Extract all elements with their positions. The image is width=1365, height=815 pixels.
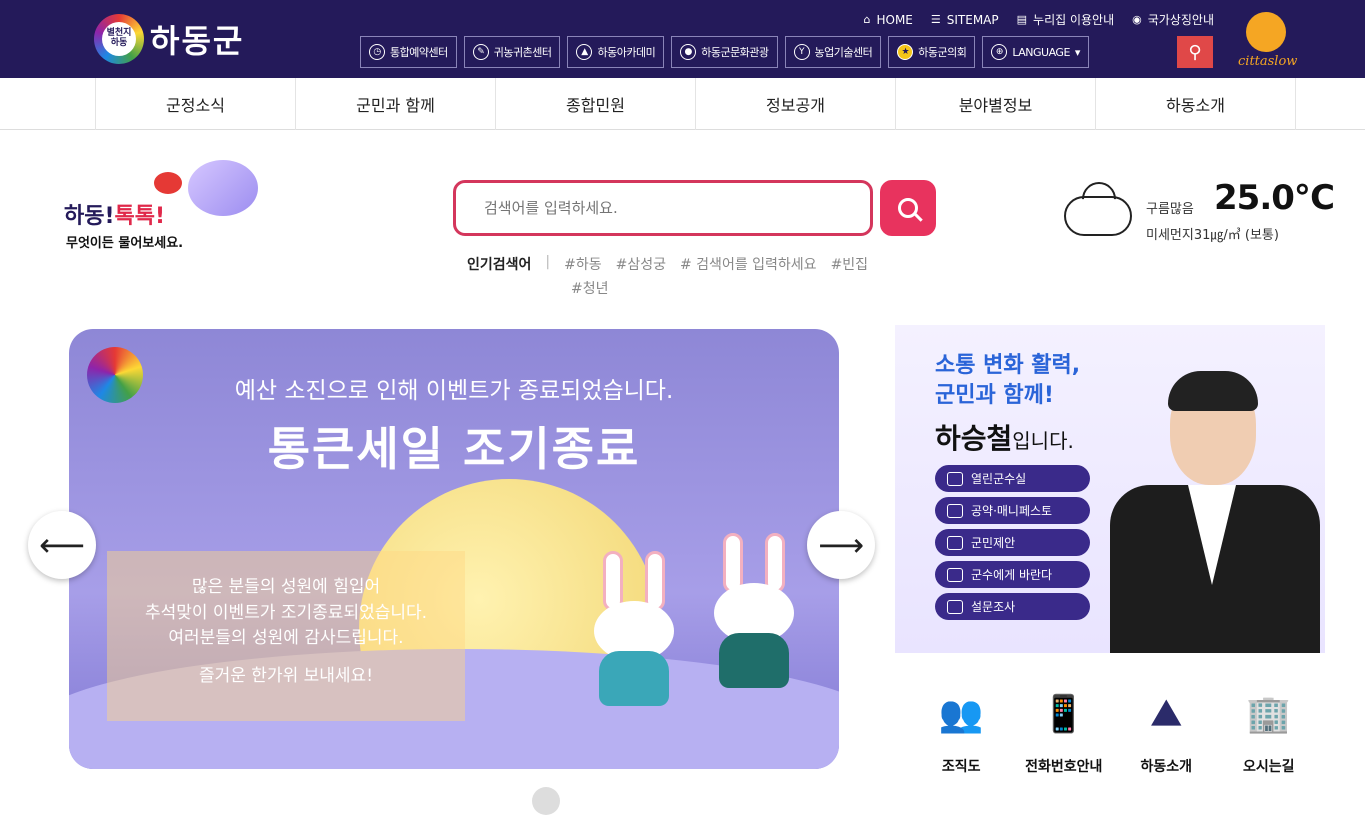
academy-button[interactable]: ▲ 하동아카데미 bbox=[567, 36, 665, 68]
keyword-link[interactable]: #빈집 bbox=[831, 254, 869, 274]
top-header: 별천지 하동 하동군 ⌂ HOME ☰ SITEMAP ▤ 누리집 이용안내 ◉ 국가상… bbox=[0, 0, 1365, 78]
nav-item-field-info[interactable]: 분야별정보 bbox=[896, 78, 1096, 130]
reservation-center-button[interactable]: ◷ 통합예약센터 bbox=[360, 36, 457, 68]
document-icon: ▤ bbox=[1016, 13, 1028, 26]
weather-temperature: 25.0℃ bbox=[1214, 178, 1335, 218]
logo-mark-icon: 별천지 하동 bbox=[94, 14, 144, 64]
top-search-button[interactable]: ⚲ bbox=[1177, 36, 1213, 68]
util-guide-link[interactable]: ▤ 누리집 이용안내 bbox=[1017, 11, 1115, 28]
banner-prev-button[interactable]: ⟵ bbox=[28, 511, 96, 579]
rabbit-left-image bbox=[589, 551, 679, 706]
mayor-panel: 소통 변화 활력, 군민과 함께! 하승철입니다. 열린군수실 공약·매니페스토 … bbox=[895, 325, 1325, 653]
main-search-box bbox=[453, 180, 873, 236]
chat-bubble-icon bbox=[154, 172, 182, 194]
keyword-link[interactable]: #하동 bbox=[564, 254, 602, 274]
mountain-icon: ⛰ bbox=[1151, 693, 1182, 734]
banner-pager-dot[interactable] bbox=[532, 787, 560, 815]
organization-icon: 👥 bbox=[938, 694, 984, 735]
util-home-link[interactable]: ⌂ HOME bbox=[863, 13, 912, 27]
clock-icon: ◷ bbox=[369, 44, 385, 60]
open-mayor-office-button[interactable]: 열린군수실 bbox=[935, 465, 1090, 492]
util-symbol-link[interactable]: ◉ 국가상징안내 bbox=[1132, 11, 1214, 28]
organization-chart-link[interactable]: 👥 조직도 bbox=[910, 686, 1013, 776]
popular-label: 인기검색어 bbox=[467, 257, 532, 273]
search-icon bbox=[898, 198, 918, 218]
quick-links: ◷ 통합예약센터 ✎ 귀농귀촌센터 ▲ 하동아카데미 ● 하동군문화관광 Y 농업기술센터… bbox=[360, 36, 1089, 68]
person-icon bbox=[947, 567, 963, 582]
building-map-icon: 🏢 bbox=[1246, 694, 1292, 735]
caret-down-icon: ▾ bbox=[1074, 45, 1081, 59]
return-farm-center-button[interactable]: ✎ 귀농귀촌센터 bbox=[463, 36, 561, 68]
banner-notice: 예산 소진으로 인해 이벤트가 종료되었습니다. bbox=[234, 378, 674, 404]
banner-title: 통큰세일 조기종료 bbox=[267, 422, 641, 476]
phone-icon: 📱 bbox=[1041, 694, 1087, 735]
cittaslow-logo[interactable]: cittaslow bbox=[1232, 12, 1297, 72]
utility-links: ⌂ HOME ☰ SITEMAP ▤ 누리집 이용안내 ◉ 국가상징안내 bbox=[863, 11, 1214, 28]
sprout-icon: Y bbox=[793, 44, 810, 60]
search-icon: ⚲ bbox=[1188, 41, 1202, 63]
logo-text: 하동군 bbox=[150, 22, 245, 60]
nav-item-about-hadong[interactable]: 하동소개 bbox=[1096, 78, 1296, 130]
main-navigation: 군정소식 군민과 함께 종합민원 정보공개 분야별정보 하동소개 bbox=[0, 78, 1365, 130]
search-input[interactable] bbox=[456, 183, 870, 233]
nav-item-with-citizens[interactable]: 군민과 함께 bbox=[296, 78, 496, 130]
quick-icon-menu: 👥 조직도 📱 전화번호안내 ⛰ 하동소개 🏢 오시는길 bbox=[910, 686, 1320, 776]
main-search-button[interactable] bbox=[880, 180, 936, 236]
tourism-button[interactable]: ● 하동군문화관광 bbox=[671, 36, 778, 68]
nav-item-civil-service[interactable]: 종합민원 bbox=[496, 78, 696, 130]
phone-directory-link[interactable]: 📱 전화번호안내 bbox=[1013, 686, 1116, 776]
rabbit-right-image bbox=[709, 533, 799, 688]
language-select[interactable]: ⊕ LANGUAGE ▾ bbox=[982, 36, 1089, 68]
keyword-link[interactable]: #삼성궁 bbox=[616, 254, 666, 274]
site-logo[interactable]: 별천지 하동 하동군 bbox=[94, 14, 244, 64]
globe-icon: ⊕ bbox=[991, 44, 1008, 60]
chat-icon bbox=[947, 471, 963, 486]
citizen-proposal-button[interactable]: 군민제안 bbox=[935, 529, 1090, 556]
arrow-left-icon: ⟵ bbox=[39, 526, 85, 564]
survey-icon bbox=[947, 599, 963, 614]
sitemap-icon: ☰ bbox=[930, 13, 941, 26]
manifesto-button[interactable]: 공약·매니페스토 bbox=[935, 497, 1090, 524]
snail-sun-icon bbox=[1246, 12, 1286, 52]
mayor-slogan: 소통 변화 활력, bbox=[935, 353, 1081, 378]
request-to-mayor-button[interactable]: 군수에게 바란다 bbox=[935, 561, 1090, 588]
fine-dust-level: 미세먼지31㎍/㎥ (보통) bbox=[1146, 228, 1279, 243]
survey-button[interactable]: 설문조사 bbox=[935, 593, 1090, 620]
council-icon: ★ bbox=[897, 44, 914, 60]
weather-widget: 구름많음 25.0℃ 미세먼지31㎍/㎥ (보통) bbox=[1062, 178, 1342, 248]
banner-message-box: 많은 분들의 성원에 힘입어 추석맞이 이벤트가 조기종료되었습니다. 여러분들… bbox=[107, 551, 465, 721]
keyword-link[interactable]: #청년 bbox=[571, 278, 609, 298]
agri-tech-button[interactable]: Y 농업기술센터 bbox=[784, 36, 882, 68]
util-sitemap-link[interactable]: ☰ SITEMAP bbox=[931, 13, 999, 27]
farm-icon: ✎ bbox=[472, 44, 489, 60]
mayor-menu: 열린군수실 공약·매니페스토 군민제안 군수에게 바란다 설문조사 bbox=[935, 465, 1090, 620]
weather-condition: 구름많음 bbox=[1146, 202, 1194, 217]
location-icon: ● bbox=[680, 44, 697, 60]
main-banner[interactable]: 예산 소진으로 인해 이벤트가 종료되었습니다. 통큰세일 조기종료 많은 분들… bbox=[69, 329, 839, 769]
banner-next-button[interactable]: ⟶ bbox=[807, 511, 875, 579]
directions-link[interactable]: 🏢 오시는길 bbox=[1218, 686, 1321, 776]
manifesto-icon bbox=[947, 503, 963, 518]
cloud-icon bbox=[1064, 196, 1132, 236]
academy-icon: ▲ bbox=[576, 44, 593, 60]
nav-item-county-news[interactable]: 군정소식 bbox=[96, 78, 296, 130]
speech-bubble-icon bbox=[188, 160, 258, 216]
korea-flag-icon: ◉ bbox=[1132, 13, 1142, 26]
proposal-icon bbox=[947, 535, 963, 550]
mayor-name: 하승철입니다. bbox=[935, 422, 1074, 455]
about-hadong-link[interactable]: ⛰ 하동소개 bbox=[1115, 686, 1218, 776]
mayor-photo bbox=[1100, 371, 1320, 653]
toktok-chat-link[interactable]: 하동!톡톡! 무엇이든 물어보세요. bbox=[62, 160, 262, 251]
arrow-right-icon: ⟶ bbox=[818, 526, 864, 564]
home-icon: ⌂ bbox=[863, 13, 871, 26]
nav-item-info-disclosure[interactable]: 정보공개 bbox=[696, 78, 896, 130]
keyword-link[interactable]: # 검색어를 입력하세요 bbox=[680, 254, 817, 274]
popular-keywords: 인기검색어 | #하동 #삼성궁 # 검색어를 입력하세요 #빈집 #청년 bbox=[467, 254, 869, 298]
council-button[interactable]: ★ 하동군의회 bbox=[888, 36, 976, 68]
